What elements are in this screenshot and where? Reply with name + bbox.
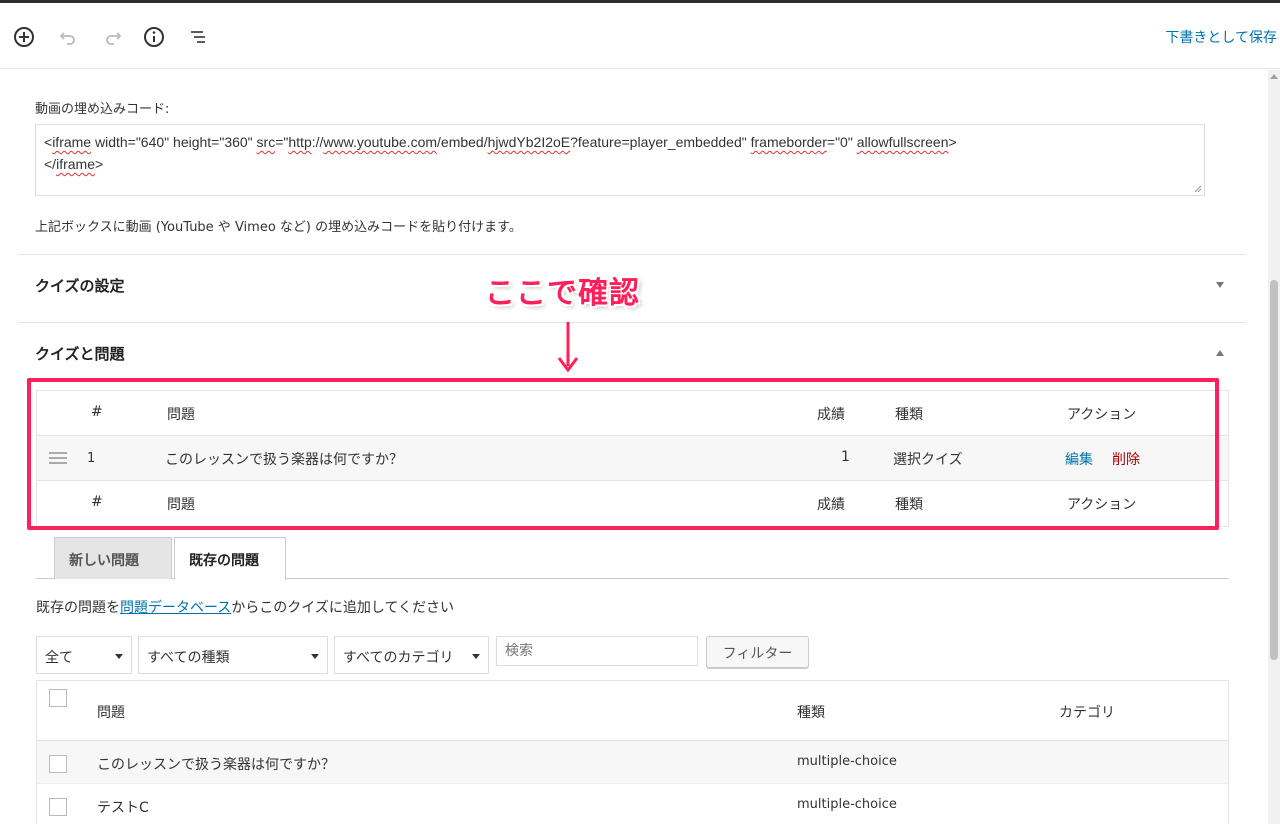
existing-questions-table: 問題 種類 カテゴリ このレッスンで扱う楽器は何ですか？ multiple-ch… bbox=[36, 680, 1229, 824]
code-text: =" bbox=[275, 134, 289, 150]
select-all-checkbox[interactable] bbox=[49, 689, 67, 707]
column-header-question: 問題 bbox=[97, 705, 125, 721]
existing-questions-help: 既存の問題を問題データベースからこのクイズに追加してください bbox=[36, 597, 454, 617]
code-text: ?feature=player_embedded" bbox=[570, 134, 751, 150]
collapse-arrow-down-icon[interactable] bbox=[1216, 282, 1224, 288]
scroll-up-icon[interactable] bbox=[1270, 74, 1278, 79]
scope-select-value: 全て bbox=[45, 650, 73, 666]
code-text: < bbox=[44, 134, 53, 150]
code-text: > bbox=[948, 134, 957, 150]
undo-icon[interactable] bbox=[56, 25, 80, 49]
outline-icon[interactable] bbox=[186, 25, 210, 49]
section-title: クイズと問題 bbox=[35, 345, 125, 363]
question-database-link[interactable]: 問題データベース bbox=[120, 600, 231, 616]
embed-code-label: 動画の埋め込みコード: bbox=[35, 102, 170, 117]
code-text: allowfullscreen bbox=[856, 134, 949, 150]
code-text: frameborder bbox=[750, 134, 827, 150]
existing-question-type: multiple-choice bbox=[797, 797, 897, 812]
existing-question-text: このレッスンで扱う楽器は何ですか？ bbox=[97, 757, 335, 773]
add-block-icon[interactable] bbox=[12, 25, 36, 49]
info-icon[interactable] bbox=[142, 25, 166, 49]
editor-toolbar: 下書きとして保存 bbox=[0, 3, 1280, 69]
question-tabs: 新しい問題 既存の問題 bbox=[36, 537, 1229, 580]
scrollbar-thumb[interactable] bbox=[1270, 280, 1278, 660]
column-header-type: 種類 bbox=[797, 705, 825, 721]
existing-question-text: テストC bbox=[97, 800, 149, 816]
code-text: /embed/ bbox=[437, 134, 488, 150]
search-input[interactable] bbox=[496, 636, 698, 666]
tab-existing-question[interactable]: 既存の問題 bbox=[174, 537, 286, 580]
annotation-label: ここで確認 bbox=[485, 276, 640, 311]
embed-code-textarea[interactable]: <iframe width="640" height="360" src="ht… bbox=[35, 124, 1205, 196]
code-text: http bbox=[288, 134, 312, 150]
type-select[interactable]: すべての種類 bbox=[138, 636, 328, 674]
code-text: width="640" height="360" bbox=[91, 134, 257, 150]
embed-help-text: 上記ボックスに動画 (YouTube や Vimeo など) の埋め込みコードを… bbox=[35, 220, 522, 235]
chevron-down-icon bbox=[115, 654, 123, 659]
section-title: クイズの設定 bbox=[35, 277, 125, 295]
code-text: </ bbox=[44, 156, 57, 172]
code-text: > bbox=[94, 156, 104, 172]
embed-code-line-1: <iframe width="640" height="360" src="ht… bbox=[44, 131, 1196, 153]
table-header-row: 問題 種類 カテゴリ bbox=[37, 681, 1228, 741]
annotation-arrow-icon bbox=[557, 322, 579, 373]
table-row: このレッスンで扱う楽器は何ですか？ multiple-choice bbox=[37, 741, 1228, 784]
tab-new-question[interactable]: 新しい問題 bbox=[54, 537, 172, 579]
existing-question-type: multiple-choice bbox=[797, 754, 897, 769]
collapse-arrow-up-icon[interactable] bbox=[1216, 350, 1224, 356]
filter-button[interactable]: フィルター bbox=[706, 636, 809, 668]
code-text: www.youtube.com bbox=[323, 134, 438, 150]
annotation-highlight-box bbox=[27, 378, 1219, 530]
chevron-down-icon bbox=[472, 654, 480, 659]
category-select[interactable]: すべてのカテゴリ bbox=[334, 636, 489, 674]
table-row: テストC multiple-choice bbox=[37, 784, 1228, 824]
column-header-category: カテゴリ bbox=[1059, 705, 1115, 721]
chevron-down-icon bbox=[311, 654, 319, 659]
code-text: iframe bbox=[52, 134, 92, 150]
row-checkbox[interactable] bbox=[49, 755, 67, 773]
code-text: src bbox=[256, 134, 276, 150]
code-text: :// bbox=[311, 134, 324, 150]
code-text: ="0" bbox=[826, 134, 857, 150]
save-draft-link[interactable]: 下書きとして保存 bbox=[1165, 27, 1277, 47]
type-select-value: すべての種類 bbox=[147, 650, 230, 666]
category-select-value: すべてのカテゴリ bbox=[343, 650, 454, 666]
redo-icon[interactable] bbox=[101, 25, 125, 49]
scope-select[interactable]: 全て bbox=[36, 636, 132, 674]
help-text-prefix: 既存の問題を bbox=[36, 600, 120, 616]
code-text: hjwdYb2I2oE bbox=[487, 134, 571, 150]
row-checkbox[interactable] bbox=[49, 798, 67, 816]
resize-grip-icon[interactable] bbox=[1194, 185, 1202, 193]
code-text: iframe bbox=[56, 156, 95, 172]
help-text-suffix: からこのクイズに追加してください bbox=[231, 600, 455, 616]
quiz-questions-section[interactable]: クイズと問題 bbox=[18, 322, 1246, 382]
embed-code-line-2: </iframe> bbox=[44, 153, 1196, 175]
scrollbar[interactable] bbox=[1268, 70, 1280, 824]
